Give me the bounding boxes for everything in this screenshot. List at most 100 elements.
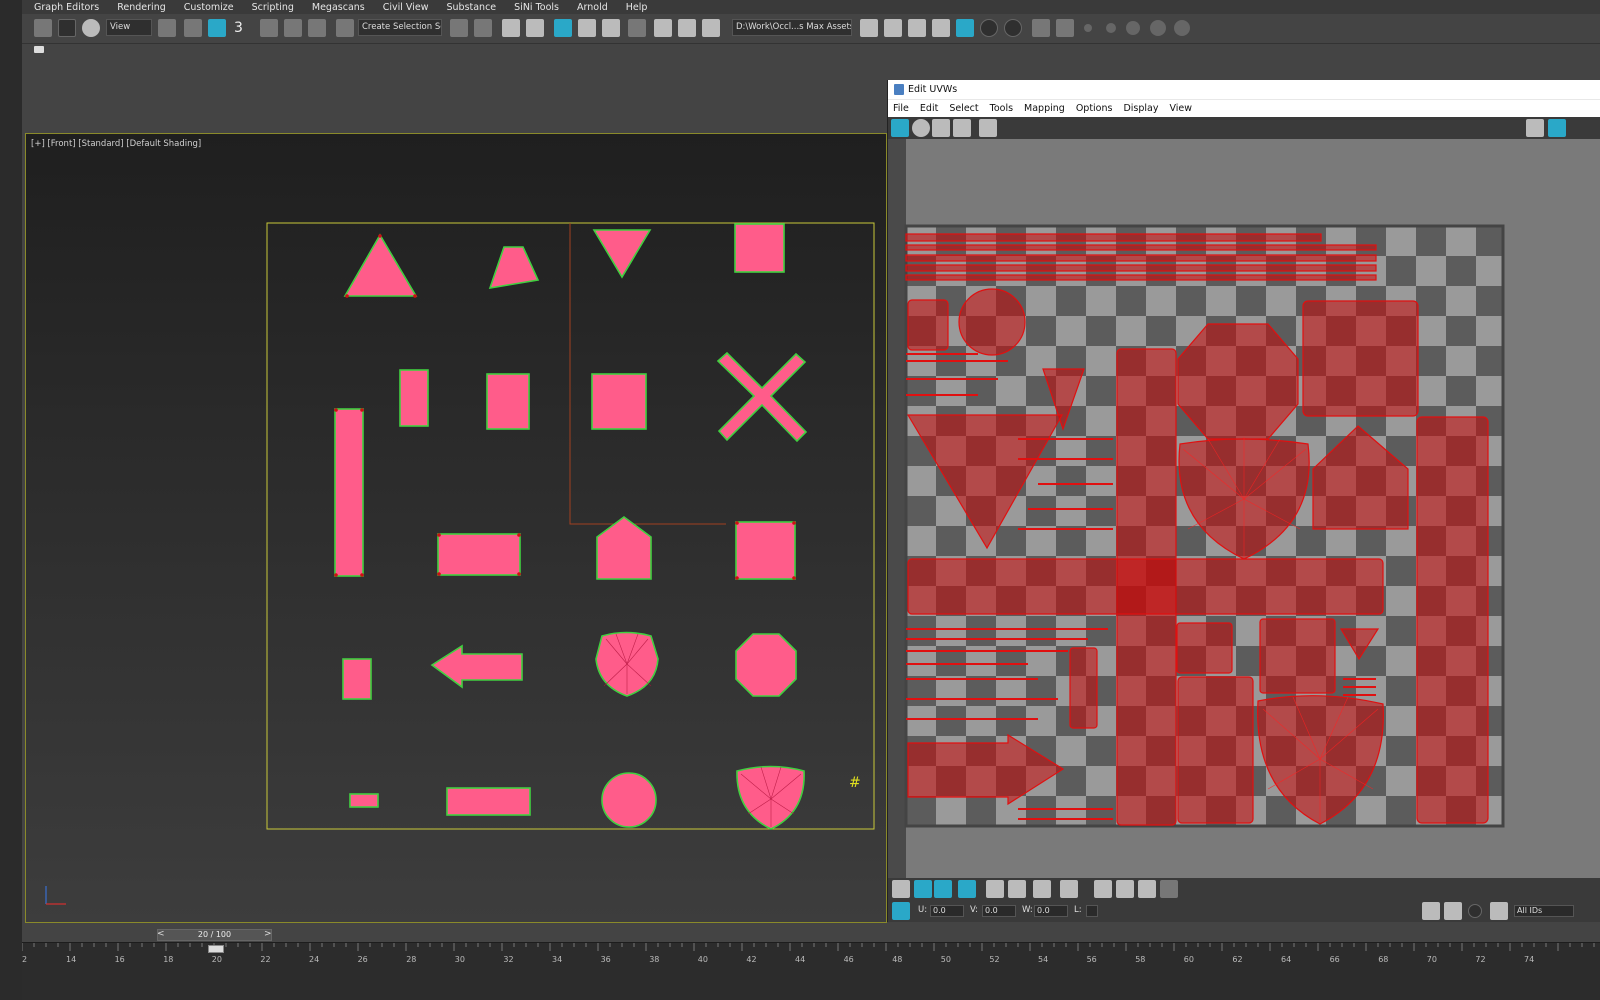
move-icon[interactable] (184, 19, 202, 37)
w-field[interactable]: 0.0 (1034, 905, 1068, 917)
project-folder-icon[interactable] (860, 19, 878, 37)
prev-frame-button[interactable]: < (157, 929, 165, 939)
uv-freeform-icon[interactable] (953, 119, 971, 137)
uv-texture-icon[interactable] (1548, 119, 1566, 137)
uv-loop-icon[interactable] (1008, 880, 1026, 898)
render-setup-icon[interactable] (654, 19, 672, 37)
front-viewport[interactable]: [+] [Front] [Standard] [Default Shading] (25, 133, 887, 923)
uv-bar-icon[interactable] (1094, 880, 1112, 898)
soft-select-icon[interactable] (1444, 902, 1462, 920)
menu-customize[interactable]: Customize (184, 2, 234, 13)
snap-toggle-icon[interactable]: 3 (234, 19, 252, 37)
menu-megascans[interactable]: Megascans (312, 2, 365, 13)
reference-coord-dropdown[interactable]: View (106, 19, 152, 36)
project-path-dropdown[interactable]: D:\Work\Occl...s Max Assets (732, 19, 852, 36)
uv-edge-mode-icon[interactable] (914, 880, 932, 898)
u-field[interactable]: 0.0 (930, 905, 964, 917)
v-field[interactable]: 0.0 (982, 905, 1016, 917)
select-object-icon[interactable] (208, 19, 226, 37)
pivot-icon[interactable] (158, 19, 176, 37)
angle-snap-icon[interactable] (260, 19, 278, 37)
percent-snap-icon[interactable] (284, 19, 302, 37)
mirror-icon[interactable] (450, 19, 468, 37)
spinner-snap-icon[interactable] (308, 19, 326, 37)
workspace-icon[interactable] (956, 19, 974, 37)
next-frame-button[interactable]: > (264, 929, 272, 939)
menu-graph-editors[interactable]: Graph Editors (34, 2, 99, 13)
open-project-icon[interactable] (908, 19, 926, 37)
uv-mirror-icon[interactable] (979, 119, 997, 137)
uv-menu-options[interactable]: Options (1076, 103, 1113, 114)
menu-help[interactable]: Help (626, 2, 648, 13)
undo-icon[interactable] (34, 19, 52, 37)
uv-menu-file[interactable]: File (893, 103, 909, 114)
render-production-icon[interactable] (702, 19, 720, 37)
uv-editor-canvas[interactable] (888, 139, 1600, 879)
uv-ring-icon[interactable] (1033, 880, 1051, 898)
crosshair-icon[interactable] (1056, 19, 1074, 37)
tick-label: 30 (454, 955, 465, 964)
time-slider[interactable]: 20 / 100 (157, 929, 272, 941)
uv-pin-icon[interactable] (1116, 880, 1134, 898)
camera-icon[interactable] (34, 46, 44, 53)
l-checkbox[interactable] (1086, 905, 1098, 917)
schematic-view-icon[interactable] (602, 19, 620, 37)
align-icon[interactable] (474, 19, 492, 37)
uv-grow-icon[interactable] (1060, 880, 1078, 898)
uv-scale-icon[interactable] (932, 119, 950, 137)
dot-xlarge-icon[interactable] (1150, 20, 1166, 36)
dot-small-icon[interactable] (1084, 24, 1092, 32)
rendered-frame-icon[interactable] (678, 19, 696, 37)
uv-checker-icon[interactable] (1526, 119, 1544, 137)
uv-element-mode-icon[interactable] (958, 880, 976, 898)
dot-large-icon[interactable] (1126, 21, 1140, 35)
uv-paint-icon[interactable] (1160, 880, 1178, 898)
x-sign (716, 351, 808, 443)
uv-window-titlebar[interactable]: Edit UVWs (888, 80, 1600, 99)
snowflake-icon[interactable] (1490, 902, 1508, 920)
timeline-track[interactable]: 2 14 16 18 20 22 24 26 28 30 32 34 36 38 40 42 44 46 48 50 5… (22, 942, 1600, 1000)
tiny-rect-sign (342, 658, 372, 700)
arnold-ipr-icon[interactable] (1004, 19, 1022, 37)
paint-icon[interactable] (1032, 19, 1050, 37)
curve-editor-icon[interactable] (578, 19, 596, 37)
uv-brush-icon[interactable] (1138, 880, 1156, 898)
uv-transform-mode-icon[interactable] (892, 902, 910, 920)
uv-menu-tools[interactable]: Tools (990, 103, 1013, 114)
uv-face-mode-icon[interactable] (934, 880, 952, 898)
scene-explorer-icon[interactable] (502, 19, 520, 37)
menu-civil-view[interactable]: Civil View (383, 2, 429, 13)
material-editor-icon[interactable] (628, 19, 646, 37)
asset-tracking-icon[interactable] (884, 19, 902, 37)
save-project-icon[interactable] (932, 19, 950, 37)
uv-move-icon[interactable] (891, 119, 909, 137)
menu-arnold[interactable]: Arnold (577, 2, 608, 13)
menu-substance[interactable]: Substance (446, 2, 496, 13)
uv-menu-mapping[interactable]: Mapping (1024, 103, 1065, 114)
uv-select-region-icon[interactable] (986, 880, 1004, 898)
tick-label: 44 (795, 955, 806, 964)
uv-menu-edit[interactable]: Edit (920, 103, 938, 114)
lock-icon[interactable] (1422, 902, 1440, 920)
arnold-render-icon[interactable] (980, 19, 998, 37)
menu-sini-tools[interactable]: SiNi Tools (514, 2, 559, 13)
select-link-icon[interactable] (58, 19, 76, 37)
menu-rendering[interactable]: Rendering (117, 2, 166, 13)
time-marker[interactable] (208, 945, 224, 953)
uv-menu-view[interactable]: View (1170, 103, 1193, 114)
dot-xxlarge-icon[interactable] (1174, 20, 1190, 36)
uv-menu-display[interactable]: Display (1123, 103, 1158, 114)
uv-menu-select[interactable]: Select (949, 103, 978, 114)
ribbon-toggle-icon[interactable] (554, 19, 572, 37)
layer-explorer-icon[interactable] (526, 19, 544, 37)
bind-spacewarp-icon[interactable] (82, 19, 100, 37)
named-selection-dropdown[interactable]: Create Selection Se (358, 19, 442, 36)
menu-scripting[interactable]: Scripting (252, 2, 294, 13)
ids-dropdown[interactable]: All IDs (1514, 905, 1574, 917)
edit-named-selection-icon[interactable] (336, 19, 354, 37)
dot-medium-icon[interactable] (1106, 23, 1116, 33)
uv-vertex-mode-icon[interactable] (892, 880, 910, 898)
tick-label: 40 (697, 955, 708, 964)
uv-rotate-icon[interactable] (912, 119, 930, 137)
falloff-icon[interactable] (1468, 904, 1482, 918)
